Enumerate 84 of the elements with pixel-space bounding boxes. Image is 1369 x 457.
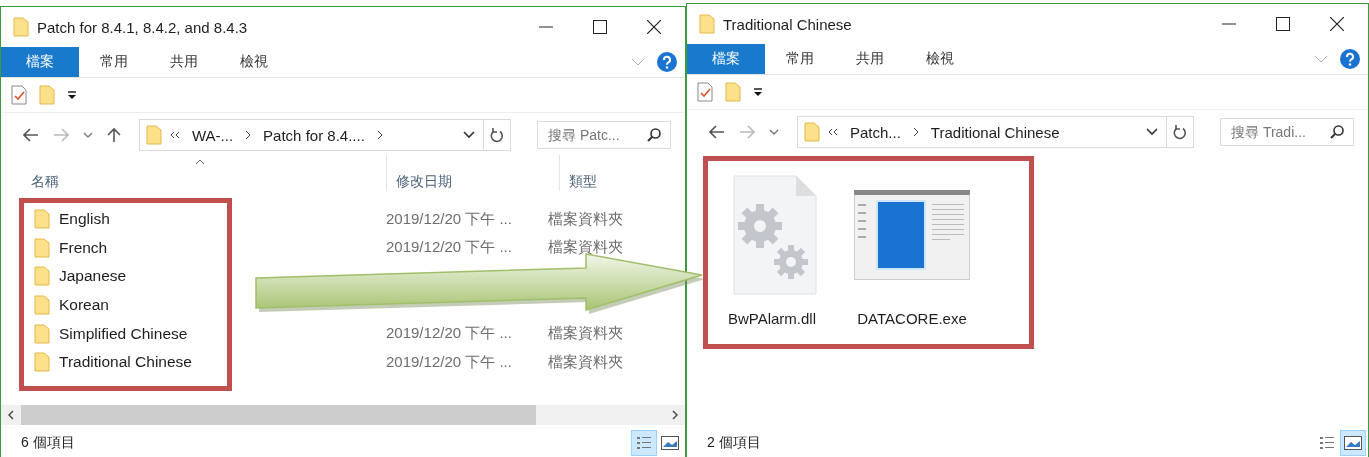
sort-caret-icon: [195, 159, 205, 165]
ribbon-tab[interactable]: 檢視: [219, 47, 289, 77]
back-arrow-icon[interactable]: [23, 128, 39, 142]
folder-icon: [34, 352, 50, 373]
search-icon: [647, 128, 661, 142]
properties-icon[interactable]: [697, 82, 713, 102]
item-count: 6 個項目: [21, 434, 75, 452]
table-cell-text: 2019/12/20 下午 ...: [385, 209, 513, 229]
item-count: 2 個項目: [707, 434, 761, 452]
refresh-icon: [490, 127, 504, 143]
folder-icon: [34, 266, 50, 287]
folder-icon: [13, 17, 29, 37]
folder-name[interactable]: Simplified Chinese: [59, 324, 188, 343]
properties-icon[interactable]: [11, 85, 27, 105]
maximize-icon[interactable]: [1276, 17, 1290, 31]
details-list-icon: [1319, 436, 1335, 450]
ribbon-tab[interactable]: 檔案: [1, 47, 79, 77]
folder-icon: [34, 323, 50, 344]
chevron-right-icon[interactable]: [912, 127, 919, 137]
double-chevron-icon[interactable]: [170, 131, 180, 139]
dropdown-icon[interactable]: [67, 90, 77, 100]
breadcrumb[interactable]: WA-...: [188, 126, 238, 144]
horizontal-scrollbar[interactable]: [1, 405, 685, 425]
ribbon-tab[interactable]: 檢視: [905, 44, 975, 74]
folder-icon: [34, 237, 50, 258]
column-header[interactable]: 名稱: [1, 173, 386, 191]
table-cell: 檔案資料夾: [548, 238, 623, 258]
window-title: Patch for 8.4.1, 8.4.2, and 8.4.3: [37, 18, 248, 36]
back-arrow-icon[interactable]: [709, 125, 725, 139]
large-icons-view-button[interactable]: [1340, 430, 1366, 456]
ribbon-tab[interactable]: 常用: [765, 44, 835, 74]
close-icon[interactable]: [647, 20, 661, 34]
image-thumbnail-icon: [1344, 436, 1362, 450]
ribbon-tab[interactable]: 共用: [149, 47, 219, 77]
folder-name[interactable]: Japanese: [59, 267, 127, 286]
details-view-button[interactable]: [631, 430, 657, 456]
scroll-left-icon[interactable]: [7, 410, 15, 420]
refresh-icon: [1173, 124, 1187, 140]
double-chevron-icon[interactable]: [828, 128, 838, 136]
search-icon: [1330, 125, 1344, 139]
search-field[interactable]: 搜尋 Patc...: [537, 121, 671, 149]
table-cell-text: 2019/12/20 下午 ...: [385, 238, 513, 258]
folder-name[interactable]: Traditional Chinese: [59, 353, 192, 372]
breadcrumb[interactable]: Patch...: [846, 123, 905, 141]
address-bar[interactable]: Patch... Traditional Chinese: [797, 116, 1194, 148]
maximize-icon[interactable]: [593, 20, 607, 34]
folder-icon: [804, 122, 820, 142]
column-header[interactable]: 修改日期: [386, 155, 559, 191]
folder-name[interactable]: French: [59, 238, 108, 257]
chevron-right-icon[interactable]: [376, 130, 383, 140]
table-cell-text: 2019/12/20 下午 ...: [385, 324, 513, 344]
folder-icon: [34, 209, 50, 230]
search-field[interactable]: 搜尋 Tradi...: [1220, 118, 1354, 146]
chevron-down-icon[interactable]: [463, 131, 475, 139]
chevron-right-icon[interactable]: [245, 130, 252, 140]
help-icon[interactable]: [657, 52, 677, 72]
image-thumbnail-icon: [661, 436, 679, 450]
ribbon-tab[interactable]: 共用: [835, 44, 905, 74]
file-tile[interactable]: DATACORE.exe: [849, 168, 975, 327]
file-tile[interactable]: BwPAlarm.dll: [717, 168, 827, 327]
table-cell: 檔案資料夾: [548, 209, 623, 229]
ribbon-tab[interactable]: 檔案: [687, 44, 765, 74]
breadcrumb[interactable]: Patch for 8.4....: [259, 126, 369, 144]
dropdown-icon[interactable]: [753, 87, 763, 97]
ribbon-tab[interactable]: 常用: [79, 47, 149, 77]
folder-icon: [34, 295, 50, 316]
close-icon[interactable]: [1330, 17, 1344, 31]
folder-name[interactable]: Korean: [59, 296, 109, 315]
chevron-down-icon[interactable]: [1146, 128, 1158, 136]
details-list-icon: [636, 436, 652, 450]
breadcrumb[interactable]: Traditional Chinese: [926, 123, 1064, 141]
folder-icon: [699, 14, 715, 34]
help-icon[interactable]: [1340, 49, 1360, 69]
column-header[interactable]: 類型: [559, 155, 597, 191]
scroll-right-icon[interactable]: [671, 410, 679, 420]
folder-icon: [146, 125, 162, 145]
table-cell: 檔案資料夾: [548, 352, 623, 372]
address-bar[interactable]: WA-... Patch for 8.4....: [139, 119, 511, 151]
application-window-icon: [854, 190, 970, 280]
table-cell-text: 2019/12/20 下午 ...: [385, 352, 513, 372]
folder-name[interactable]: English: [59, 210, 110, 229]
up-arrow-icon[interactable]: [107, 127, 121, 143]
table-cell: 檔案資料夾: [548, 324, 623, 344]
window-title: Traditional Chinese: [723, 15, 852, 33]
